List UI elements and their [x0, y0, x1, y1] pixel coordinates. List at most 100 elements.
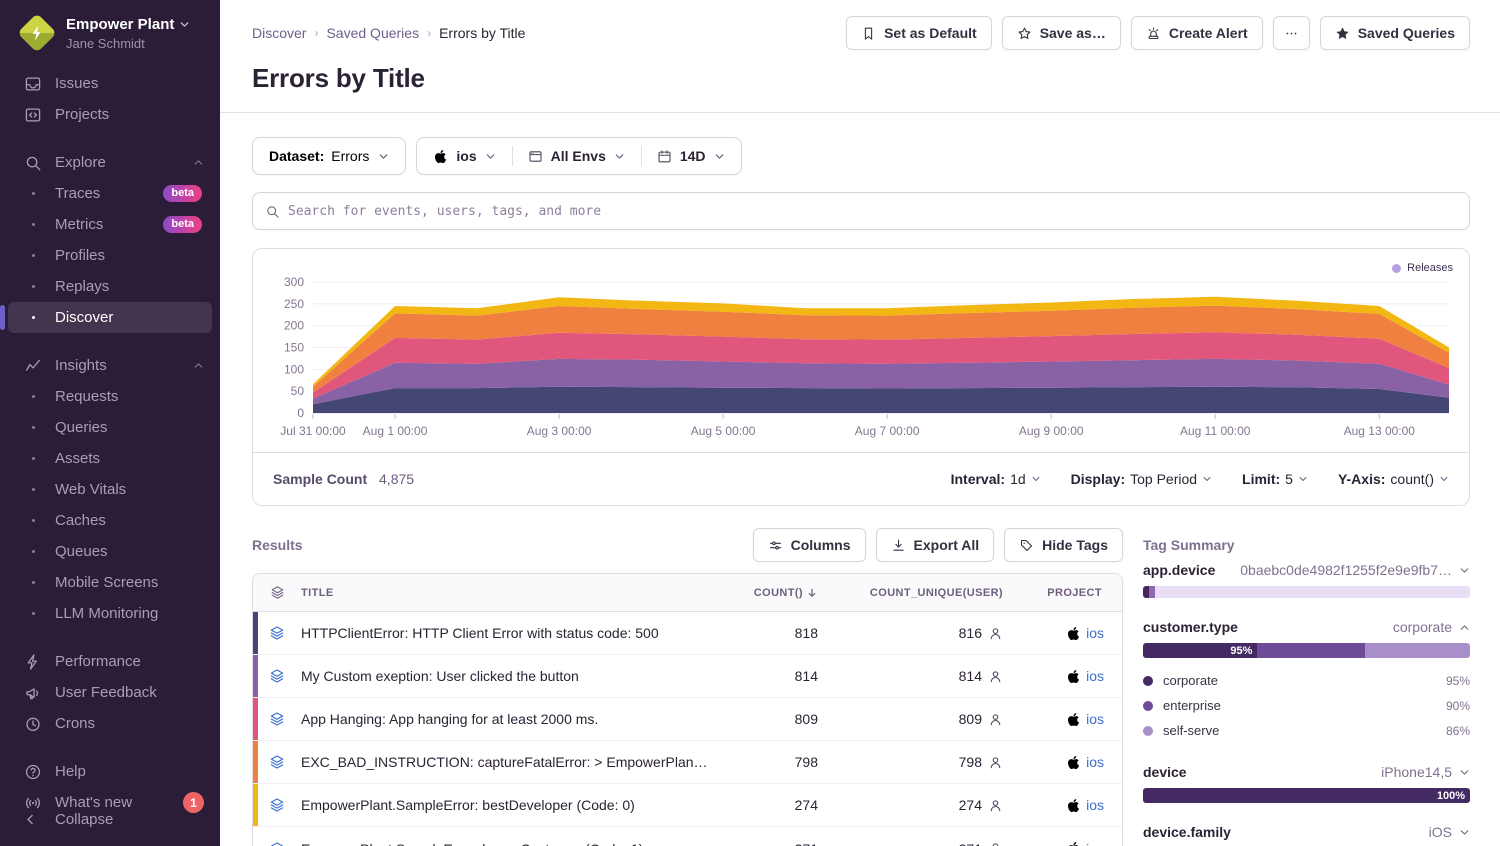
project-link[interactable]: ios [1086, 668, 1104, 684]
sliders-icon [768, 538, 783, 553]
sidebar-item-label: LLM Monitoring [55, 605, 158, 622]
project-link[interactable]: ios [1086, 797, 1104, 813]
bookmark-icon [861, 26, 876, 41]
search-input[interactable] [288, 204, 1457, 219]
sidebar-item-help[interactable]: Help [8, 756, 212, 787]
sidebar-item-crons[interactable]: Crons [8, 708, 212, 739]
bullet-icon [24, 316, 42, 319]
layers-icon[interactable] [269, 841, 285, 846]
sidebar-item-assets[interactable]: Assets [8, 443, 212, 474]
breadcrumb-discover[interactable]: Discover [252, 25, 306, 41]
export-all-button[interactable]: Export All [876, 528, 995, 562]
calendar-icon [657, 149, 672, 164]
clock-icon [24, 715, 42, 733]
tag-list-item[interactable]: self-serve86% [1143, 718, 1470, 743]
chevron-down-icon [378, 151, 389, 162]
project-link[interactable]: ios [1086, 625, 1104, 641]
environment-selector[interactable]: All Envs [512, 138, 641, 174]
error-title[interactable]: EmpowerPlant.SampleError: happyCustomer … [301, 841, 727, 846]
error-title[interactable]: App Hanging: App hanging for at least 20… [301, 711, 727, 727]
tag-toggle[interactable]: iPhone14,5 [1381, 764, 1470, 780]
error-title[interactable]: My Custom exeption: User clicked the but… [301, 668, 727, 684]
project-link[interactable]: ios [1086, 754, 1104, 770]
table-row[interactable]: My Custom exeption: User clicked the but… [253, 655, 1122, 698]
table-row[interactable]: EXC_BAD_INSTRUCTION: captureFatalError: … [253, 741, 1122, 784]
saved-queries-button[interactable]: Saved Queries [1320, 16, 1470, 50]
date-range-selector[interactable]: 14D [641, 138, 741, 174]
org-switcher[interactable]: Empower Plant Jane Schmidt [0, 0, 220, 52]
tag-key: customer.type [1143, 619, 1238, 635]
layers-icon[interactable] [269, 668, 285, 684]
display-selector[interactable]: Display: Top Period [1071, 471, 1212, 487]
events-chart[interactable]: 050100150200250300Jul 31 00:00Aug 1 00:0… [253, 249, 1469, 452]
tag-toggle[interactable]: corporate [1393, 619, 1470, 635]
project-link[interactable]: ios [1086, 841, 1104, 846]
sidebar-item-issues[interactable]: Issues [8, 68, 212, 99]
results-table-header: TITLE COUNT() COUNT_UNIQUE(USER) PROJECT [253, 574, 1122, 612]
sidebar-item-replays[interactable]: Replays [8, 271, 212, 302]
save-as-button[interactable]: Save as… [1002, 16, 1121, 50]
set-as-default-button[interactable]: Set as Default [846, 16, 992, 50]
results-heading: Results [252, 537, 303, 553]
layers-icon[interactable] [269, 797, 285, 813]
layers-icon[interactable] [269, 711, 285, 727]
tag-distribution-bar[interactable] [1143, 586, 1470, 598]
layers-icon[interactable] [269, 625, 285, 641]
sidebar-item-llm-monitoring[interactable]: LLM Monitoring [8, 598, 212, 629]
page-filter-group: ios All Envs 14D [416, 137, 741, 175]
sidebar-item-queues[interactable]: Queues [8, 536, 212, 567]
tag-distribution-bar[interactable]: 95% [1143, 643, 1470, 658]
column-project[interactable]: PROJECT [1047, 587, 1122, 599]
layers-icon[interactable] [269, 754, 285, 770]
tag-list-item[interactable]: enterprise90% [1143, 693, 1470, 718]
tag-list-item[interactable]: corporate95% [1143, 668, 1470, 693]
sidebar-collapse-button[interactable]: Collapse [8, 804, 212, 835]
breadcrumb-saved-queries[interactable]: Saved Queries [326, 25, 419, 41]
lightning-icon [24, 653, 42, 671]
table-row[interactable]: EmpowerPlant.SampleError: happyCustomer … [253, 827, 1122, 846]
sidebar-item-performance[interactable]: Performance [8, 646, 212, 677]
limit-selector[interactable]: Limit: 5 [1242, 471, 1308, 487]
sidebar-item-projects[interactable]: Projects [8, 99, 212, 130]
table-row[interactable]: EmpowerPlant.SampleError: bestDeveloper … [253, 784, 1122, 827]
column-count[interactable]: COUNT() [754, 587, 832, 599]
download-icon [891, 538, 906, 553]
tag-toggle[interactable]: iOS [1429, 824, 1470, 840]
error-title[interactable]: HTTPClientError: HTTP Client Error with … [301, 625, 727, 641]
sidebar-item-web-vitals[interactable]: Web Vitals [8, 474, 212, 505]
sidebar-section-explore[interactable]: Explore [8, 147, 212, 178]
sidebar-item-profiles[interactable]: Profiles [8, 240, 212, 271]
chart-legend[interactable]: Releases [1392, 262, 1453, 274]
sidebar-item-label: Performance [55, 653, 141, 670]
tag-distribution-bar[interactable]: 100% [1143, 788, 1470, 803]
error-title[interactable]: EXC_BAD_INSTRUCTION: captureFatalError: … [301, 754, 727, 770]
create-alert-button[interactable]: Create Alert [1131, 16, 1263, 50]
more-options-button[interactable] [1273, 16, 1310, 50]
project-selector[interactable]: ios [417, 138, 511, 174]
sidebar-item-metrics[interactable]: Metricsbeta [8, 209, 212, 240]
sidebar-item-caches[interactable]: Caches [8, 505, 212, 536]
sidebar-item-mobile-screens[interactable]: Mobile Screens [8, 567, 212, 598]
sidebar-item-requests[interactable]: Requests [8, 381, 212, 412]
hide-tags-button[interactable]: Hide Tags [1004, 528, 1123, 562]
sidebar-item-traces[interactable]: Tracesbeta [8, 178, 212, 209]
sidebar-item-label: Caches [55, 512, 106, 529]
chevron-up-icon [1459, 622, 1470, 633]
tag-toggle[interactable]: 0baebc0de4982f1255f2e9e9fb7… [1240, 562, 1470, 578]
sidebar-item-queries[interactable]: Queries [8, 412, 212, 443]
columns-button[interactable]: Columns [753, 528, 866, 562]
sidebar-section-insights[interactable]: Insights [8, 350, 212, 381]
interval-selector[interactable]: Interval: 1d [951, 471, 1041, 487]
table-row[interactable]: HTTPClientError: HTTP Client Error with … [253, 612, 1122, 655]
siren-icon [1146, 26, 1161, 41]
yaxis-selector[interactable]: Y-Axis: count() [1338, 471, 1449, 487]
project-link[interactable]: ios [1086, 711, 1104, 727]
column-count-unique[interactable]: COUNT_UNIQUE(USER) [870, 587, 1017, 599]
dataset-selector[interactable]: Dataset: Errors [252, 137, 406, 175]
error-title[interactable]: EmpowerPlant.SampleError: bestDeveloper … [301, 797, 727, 813]
table-row[interactable]: App Hanging: App hanging for at least 20… [253, 698, 1122, 741]
column-title[interactable]: TITLE [301, 587, 727, 599]
tag-summary-section: Tag Summary app.device0baebc0de4982f1255… [1143, 528, 1470, 846]
sidebar-item-discover[interactable]: Discover [8, 302, 212, 333]
sidebar-item-user-feedback[interactable]: User Feedback [8, 677, 212, 708]
